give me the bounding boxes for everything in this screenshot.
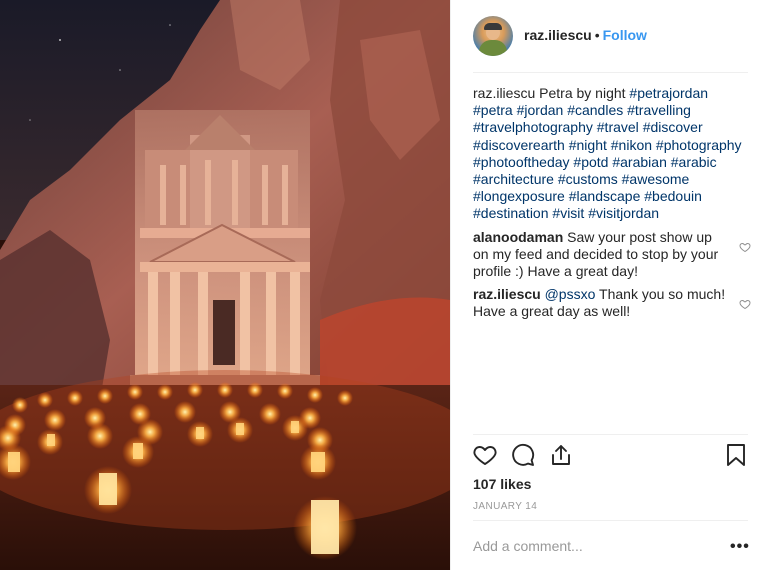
caption-text: Petra by night <box>539 85 626 101</box>
post-header: raz.iliescu • Follow <box>451 0 768 72</box>
hashtag-link[interactable]: #travelphotography <box>473 119 593 135</box>
hashtag-link[interactable]: #architecture <box>473 171 554 187</box>
hashtag-link[interactable]: #longexposure <box>473 188 565 204</box>
post-caption: raz.iliescu Petra by night #petrajordan … <box>473 85 753 223</box>
hashtag-link[interactable]: #candles <box>567 102 623 118</box>
avatar-body <box>479 40 507 56</box>
heart-icon[interactable] <box>473 443 497 467</box>
header-username[interactable]: raz.iliescu <box>524 27 592 43</box>
comment-username[interactable]: raz.iliescu <box>473 286 541 302</box>
hashtag-link[interactable]: #photooftheday <box>473 154 570 170</box>
comment-username[interactable]: alanoodaman <box>473 229 563 245</box>
header-separator: • <box>594 27 600 43</box>
hashtag-link[interactable]: #bedouin <box>644 188 702 204</box>
instagram-post: raz.iliescu • Follow raz.iliescu Petra by … <box>0 0 768 570</box>
hashtag-link[interactable]: #visit <box>552 205 584 221</box>
follow-button[interactable]: Follow <box>603 27 647 43</box>
more-options-button[interactable]: ••• <box>730 538 750 556</box>
hashtag-link[interactable]: #travel <box>597 119 639 135</box>
hashtag-link[interactable]: #photography <box>656 137 742 153</box>
hashtag-link[interactable]: #arabian <box>612 154 667 170</box>
header-text: raz.iliescu • Follow <box>524 27 647 43</box>
hashtag-link[interactable]: #customs <box>558 171 618 187</box>
hashtag-link[interactable]: #potd <box>573 154 608 170</box>
hashtag-link[interactable]: #destination <box>473 205 549 221</box>
comment-item: alanoodaman Saw your post show up on my … <box>473 229 753 281</box>
hashtag-link[interactable]: #nikon <box>611 137 652 153</box>
likes-count[interactable]: 107 likes <box>473 476 531 492</box>
petra-night-illustration <box>0 0 450 570</box>
actions-divider <box>473 434 748 435</box>
hashtag-link[interactable]: #night <box>569 137 607 153</box>
hashtag-link[interactable]: #petrajordan <box>629 85 708 101</box>
post-date[interactable]: JANUARY 14 <box>473 501 537 512</box>
hashtag-link[interactable]: #discoverearth <box>473 137 565 153</box>
heart-outline-icon[interactable] <box>739 298 751 310</box>
comment-icon[interactable] <box>511 443 535 467</box>
hashtag-link[interactable]: #jordan <box>517 102 564 118</box>
hashtag-link[interactable]: #arabic <box>671 154 717 170</box>
share-icon[interactable] <box>549 443 573 467</box>
bookmark-icon[interactable] <box>724 443 748 467</box>
comment-item: raz.iliescu @pssxo Thank you so much! Ha… <box>473 286 753 320</box>
comment-divider <box>473 520 748 521</box>
post-photo[interactable] <box>0 0 450 570</box>
comment-mention[interactable]: @pssxo <box>545 286 596 302</box>
treasury-facade <box>130 110 320 389</box>
caption-username[interactable]: raz.iliescu <box>473 85 535 101</box>
hashtag-link[interactable]: #landscape <box>569 188 641 204</box>
comments-section: raz.iliescu Petra by night #petrajordan … <box>473 85 753 327</box>
hashtag-link[interactable]: #discover <box>643 119 703 135</box>
hashtag-link[interactable]: #awesome <box>622 171 690 187</box>
caption-hashtags: #petrajordan #petra #jordan #candles #tr… <box>473 85 742 221</box>
add-comment-input[interactable] <box>473 538 713 554</box>
user-avatar[interactable] <box>473 16 513 56</box>
post-side-panel: raz.iliescu • Follow raz.iliescu Petra by … <box>450 0 768 570</box>
hashtag-link[interactable]: #travelling <box>627 102 691 118</box>
action-bar <box>473 443 748 469</box>
hashtag-link[interactable]: #visitjordan <box>588 205 659 221</box>
avatar-hat <box>484 23 502 30</box>
heart-outline-icon[interactable] <box>739 241 751 253</box>
hashtag-link[interactable]: #petra <box>473 102 513 118</box>
header-divider <box>473 72 748 73</box>
